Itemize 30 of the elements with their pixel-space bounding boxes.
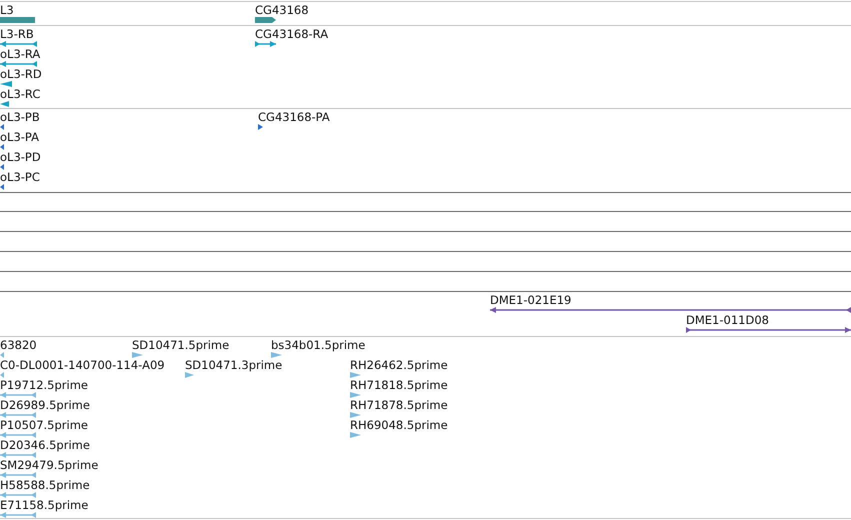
feature-label[interactable]: oL3-RA bbox=[0, 48, 40, 61]
feature-label[interactable]: oL3-RC bbox=[0, 88, 40, 101]
feature-label[interactable]: P10507.5prime bbox=[0, 419, 88, 432]
feature-label[interactable]: C0-DL0001-140700-114-A09 bbox=[0, 359, 165, 372]
feature-label[interactable]: RH26462.5prime bbox=[350, 359, 448, 372]
feature-label[interactable]: oL3-RD bbox=[0, 68, 42, 81]
feature-label[interactable]: L3 bbox=[0, 4, 14, 17]
feature-label[interactable]: SD10471.5prime bbox=[132, 339, 230, 352]
feature-label[interactable]: CG43168 bbox=[255, 4, 309, 17]
feature-label[interactable]: RH71878.5prime bbox=[350, 399, 448, 412]
feature-label[interactable]: D20346.5prime bbox=[0, 439, 90, 452]
feature-label[interactable]: SD10471.3prime bbox=[185, 359, 282, 372]
feature-label[interactable]: CG43168-PA bbox=[258, 111, 330, 124]
feature-label[interactable]: bs34b01.5prime bbox=[271, 339, 366, 352]
feature-label[interactable]: DME1-011D08 bbox=[686, 314, 769, 327]
feature-label[interactable]: P19712.5prime bbox=[0, 379, 88, 392]
feature-label[interactable]: D26989.5prime bbox=[0, 399, 90, 412]
feature-label[interactable]: H58588.5prime bbox=[0, 479, 90, 492]
feature-label[interactable]: RH71818.5prime bbox=[350, 379, 448, 392]
feature-label[interactable]: 63820 bbox=[0, 339, 37, 352]
feature-label[interactable]: oL3-PA bbox=[0, 131, 39, 144]
feature-label[interactable]: SM29479.5prime bbox=[0, 459, 98, 472]
feature-label[interactable]: oL3-PC bbox=[0, 171, 40, 184]
feature-label[interactable]: CG43168-RA bbox=[255, 28, 328, 41]
feature-label[interactable]: RH69048.5prime bbox=[350, 419, 448, 432]
feature-label[interactable]: L3-RB bbox=[0, 28, 34, 41]
feature-label[interactable]: DME1-021E19 bbox=[490, 294, 572, 307]
feature-label[interactable]: oL3-PD bbox=[0, 151, 41, 164]
feature-label[interactable]: E71158.5prime bbox=[0, 499, 88, 512]
feature-label[interactable]: oL3-PB bbox=[0, 111, 40, 124]
